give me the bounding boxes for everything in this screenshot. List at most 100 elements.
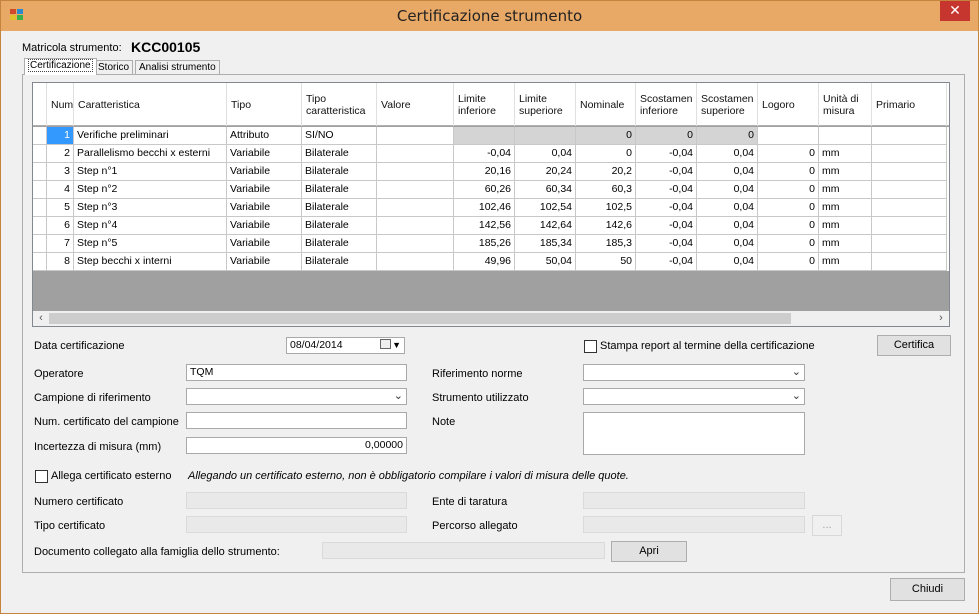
cell-nominale[interactable]: 20,2: [576, 163, 636, 181]
cell-limite-inferiore[interactable]: -0,04: [454, 145, 515, 163]
tipo-certificato-input[interactable]: [186, 516, 407, 533]
cell-tipo-caratteristica[interactable]: Bilaterale: [302, 217, 377, 235]
cell-num[interactable]: 5: [47, 199, 74, 217]
cell-limite-superiore[interactable]: 20,24: [515, 163, 576, 181]
chiudi-button[interactable]: Chiudi: [890, 578, 965, 601]
scrollbar-thumb[interactable]: [49, 313, 791, 324]
row-header-cell[interactable]: [33, 181, 47, 199]
cell-num[interactable]: 1: [47, 127, 74, 145]
cell-primario[interactable]: [872, 217, 947, 235]
cell-nominale[interactable]: 60,3: [576, 181, 636, 199]
cell-scostamento-superiore[interactable]: 0,04: [697, 145, 758, 163]
header-tipo[interactable]: Tipo: [227, 83, 302, 126]
incertezza-input[interactable]: 0,00000: [186, 437, 407, 454]
cell-num[interactable]: 4: [47, 181, 74, 199]
table-row[interactable]: 6 Step n°4 Variabile Bilaterale 142,56 142,64…: [33, 217, 949, 235]
cell-tipo[interactable]: Variabile: [227, 163, 302, 181]
close-icon[interactable]: ✕: [940, 1, 970, 21]
cell-valore[interactable]: [377, 127, 454, 145]
cell-limite-superiore[interactable]: [515, 127, 576, 145]
row-header-cell[interactable]: [33, 199, 47, 217]
cell-scostamento-superiore[interactable]: 0,04: [697, 181, 758, 199]
apri-button[interactable]: Apri: [611, 541, 687, 562]
cell-caratteristica[interactable]: Parallelismo becchi x esterni: [74, 145, 227, 163]
cell-limite-superiore[interactable]: 142,64: [515, 217, 576, 235]
row-header-cell[interactable]: [33, 253, 47, 271]
riferimento-norme-combo[interactable]: ⌄: [583, 364, 805, 381]
cell-logoro[interactable]: 0: [758, 235, 819, 253]
cell-limite-inferiore[interactable]: 142,56: [454, 217, 515, 235]
cell-unita-misura[interactable]: mm: [819, 235, 872, 253]
data-certificazione-picker[interactable]: 08/04/2014 ▼: [286, 337, 405, 354]
cell-tipo[interactable]: Variabile: [227, 145, 302, 163]
header-valore[interactable]: Valore: [377, 83, 454, 126]
cell-logoro[interactable]: 0: [758, 145, 819, 163]
tab-certificazione[interactable]: Certificazione: [24, 58, 97, 75]
cell-num[interactable]: 2: [47, 145, 74, 163]
cell-unita-misura[interactable]: mm: [819, 145, 872, 163]
table-row[interactable]: 2 Parallelismo becchi x esterni Variabile B…: [33, 145, 949, 163]
cell-primario[interactable]: [872, 145, 947, 163]
cell-scostamento-superiore[interactable]: 0,04: [697, 163, 758, 181]
cell-logoro[interactable]: 0: [758, 181, 819, 199]
cell-scostamento-inferiore[interactable]: -0,04: [636, 199, 697, 217]
cell-scostamento-inferiore[interactable]: -0,04: [636, 253, 697, 271]
cell-scostamento-inferiore[interactable]: -0,04: [636, 145, 697, 163]
cell-limite-inferiore[interactable]: [454, 127, 515, 145]
cell-primario[interactable]: [872, 235, 947, 253]
row-header-cell[interactable]: [33, 217, 47, 235]
row-header-cell[interactable]: [33, 127, 47, 145]
cell-caratteristica[interactable]: Verifiche preliminari: [74, 127, 227, 145]
cell-limite-inferiore[interactable]: 60,26: [454, 181, 515, 199]
cell-logoro[interactable]: 0: [758, 163, 819, 181]
table-row[interactable]: 5 Step n°3 Variabile Bilaterale 102,46 102,54…: [33, 199, 949, 217]
calendar-icon[interactable]: [380, 339, 391, 349]
header-limite-inferiore[interactable]: Limite inferiore: [454, 83, 515, 126]
cell-valore[interactable]: [377, 199, 454, 217]
cell-nominale[interactable]: 142,6: [576, 217, 636, 235]
cell-nominale[interactable]: 0: [576, 145, 636, 163]
grid-horizontal-scrollbar[interactable]: ‹ ›: [32, 311, 950, 327]
cell-scostamento-inferiore[interactable]: -0,04: [636, 235, 697, 253]
cell-tipo[interactable]: Variabile: [227, 199, 302, 217]
cell-num[interactable]: 7: [47, 235, 74, 253]
cell-tipo-caratteristica[interactable]: Bilaterale: [302, 163, 377, 181]
cell-nominale[interactable]: 185,3: [576, 235, 636, 253]
campione-riferimento-combo[interactable]: ⌄: [186, 388, 407, 405]
chevron-down-icon[interactable]: ⌄: [394, 389, 403, 404]
cell-limite-superiore[interactable]: 185,34: [515, 235, 576, 253]
cell-primario[interactable]: [872, 163, 947, 181]
cell-scostamento-inferiore[interactable]: -0,04: [636, 163, 697, 181]
cell-logoro[interactable]: [758, 127, 819, 145]
cell-limite-inferiore[interactable]: 185,26: [454, 235, 515, 253]
cell-caratteristica[interactable]: Step n°1: [74, 163, 227, 181]
chevron-down-icon[interactable]: ▼: [392, 338, 401, 353]
chevron-down-icon[interactable]: ⌄: [792, 365, 801, 380]
cell-logoro[interactable]: 0: [758, 253, 819, 271]
cell-scostamento-inferiore[interactable]: -0,04: [636, 217, 697, 235]
cell-tipo-caratteristica[interactable]: Bilaterale: [302, 235, 377, 253]
browse-button[interactable]: ...: [812, 515, 842, 536]
certifica-button[interactable]: Certifica: [877, 335, 951, 356]
cell-unita-misura[interactable]: [819, 127, 872, 145]
cell-caratteristica[interactable]: Step becchi x interni: [74, 253, 227, 271]
cell-tipo-caratteristica[interactable]: Bilaterale: [302, 181, 377, 199]
table-row[interactable]: 8 Step becchi x interni Variabile Bilateral…: [33, 253, 949, 271]
header-unita-misura[interactable]: Unità di misura: [819, 83, 872, 126]
cell-caratteristica[interactable]: Step n°2: [74, 181, 227, 199]
numero-certificato-input[interactable]: [186, 492, 407, 509]
cell-scostamento-superiore[interactable]: 0,04: [697, 217, 758, 235]
operatore-input[interactable]: TQM: [186, 364, 407, 381]
cell-scostamento-inferiore[interactable]: -0,04: [636, 181, 697, 199]
header-caratteristica[interactable]: Caratteristica: [74, 83, 227, 126]
cell-limite-superiore[interactable]: 102,54: [515, 199, 576, 217]
num-certificato-campione-input[interactable]: [186, 412, 407, 429]
cell-unita-misura[interactable]: mm: [819, 217, 872, 235]
cell-num[interactable]: 6: [47, 217, 74, 235]
table-row[interactable]: 3 Step n°1 Variabile Bilaterale 20,16 20,24 20…: [33, 163, 949, 181]
cell-tipo[interactable]: Variabile: [227, 181, 302, 199]
cell-caratteristica[interactable]: Step n°3: [74, 199, 227, 217]
cell-tipo-caratteristica[interactable]: Bilaterale: [302, 145, 377, 163]
cell-limite-superiore[interactable]: 50,04: [515, 253, 576, 271]
cell-tipo[interactable]: Variabile: [227, 235, 302, 253]
